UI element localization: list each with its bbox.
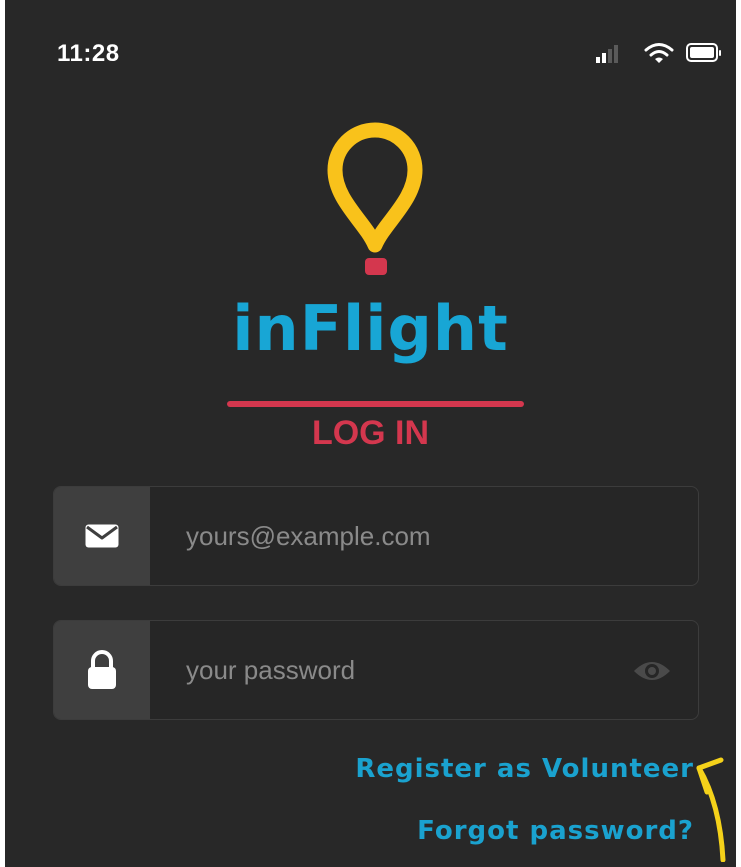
email-field[interactable] bbox=[53, 486, 699, 586]
logo-divider bbox=[227, 401, 524, 407]
balloon-pin-icon bbox=[327, 122, 423, 275]
lock-icon bbox=[54, 621, 150, 719]
signal-icon bbox=[596, 42, 622, 64]
arrow-annotation-icon bbox=[696, 757, 726, 862]
wifi-icon bbox=[644, 42, 674, 64]
logo-wordmark: inFlight bbox=[232, 292, 509, 365]
status-time: 11:28 bbox=[57, 40, 120, 67]
battery-icon bbox=[686, 42, 722, 64]
email-input[interactable] bbox=[150, 487, 690, 585]
password-input[interactable] bbox=[150, 621, 690, 719]
register-volunteer-link[interactable]: Register as Volunteer bbox=[355, 754, 694, 784]
forgot-password-link[interactable]: Forgot password? bbox=[417, 816, 694, 846]
password-field[interactable] bbox=[53, 620, 699, 720]
page-title: LOG IN bbox=[311, 414, 430, 452]
app-logo: inFlight LOG IN bbox=[5, 110, 736, 460]
login-screen: 11:28 inFlight LOG IN yours@example.com … bbox=[5, 0, 736, 867]
status-bar: 11:28 bbox=[5, 0, 736, 110]
eye-icon[interactable] bbox=[632, 657, 672, 690]
envelope-icon bbox=[54, 487, 150, 585]
